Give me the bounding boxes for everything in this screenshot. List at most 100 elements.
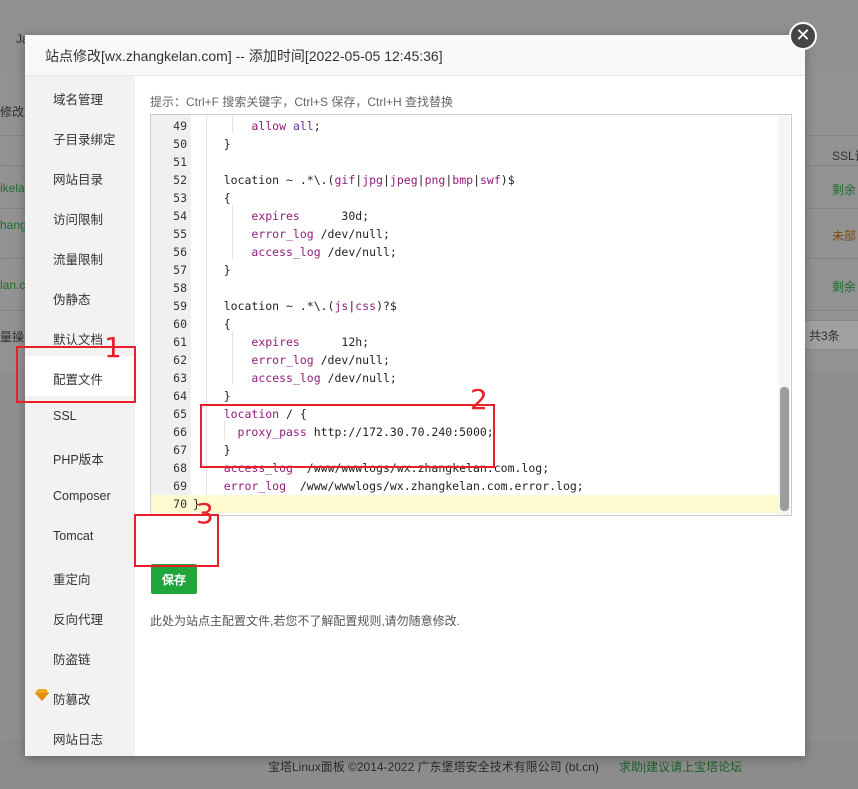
annotation-box-2 <box>200 404 495 468</box>
background-ssl-status: 未部 <box>832 229 857 243</box>
line-number: 66 <box>173 425 187 439</box>
sidebar-item-label: PHP版本 <box>53 453 104 467</box>
sidebar-item-label: 重定向 <box>53 573 91 587</box>
line-number: 53 <box>173 191 187 205</box>
sidebar-item-traffic-limit[interactable]: 流量限制 <box>25 236 135 276</box>
line-number: 70 <box>173 497 187 511</box>
line-number: 49 <box>173 119 187 133</box>
annotation-number-1: 1 <box>104 331 122 364</box>
sidebar-item-tamper-proof[interactable]: 防篡改 <box>25 676 135 716</box>
modal-sidebar: 域名管理 子目录绑定 网站目录 访问限制 流量限制 伪静态 默认文档 配置文件 … <box>25 76 135 756</box>
sidebar-item-label: 域名管理 <box>53 93 104 107</box>
footer-forum-link[interactable]: 求助|建议请上宝塔论坛 <box>619 758 742 775</box>
background-count-box: 共3条 <box>800 320 858 350</box>
line-code: allow all; <box>251 119 321 133</box>
sidebar-item-label: Tomcat <box>53 529 94 543</box>
line-code: error_log /dev/null; <box>251 227 390 241</box>
sidebar-item-label: 子目录绑定 <box>53 133 116 147</box>
line-code: expires 12h; <box>251 335 370 349</box>
line-code: } <box>196 389 231 403</box>
sidebar-item-label: 网站目录 <box>53 173 104 187</box>
code-line-current: 70} <box>151 495 779 513</box>
line-number: 65 <box>173 407 187 421</box>
background-fragment: hang <box>0 218 27 232</box>
annotation-number-3: 3 <box>196 497 214 530</box>
line-code: expires 30d; <box>251 209 370 223</box>
code-line: 60 { <box>151 315 779 333</box>
line-number: 58 <box>173 281 187 295</box>
sidebar-item-php-version[interactable]: PHP版本 <box>25 436 135 476</box>
background-ssl-status: 剩余 <box>832 280 857 294</box>
sidebar-item-site-log[interactable]: 网站日志 <box>25 716 135 756</box>
code-line: 63 access_log /dev/null; <box>151 369 779 387</box>
line-code: error_log /www/wwwlogs/wx.zhangkelan.com… <box>223 479 584 493</box>
sidebar-item-reverse-proxy[interactable]: 反向代理 <box>25 596 135 636</box>
line-number: 63 <box>173 371 187 385</box>
line-code: { <box>196 191 231 205</box>
line-number: 69 <box>173 479 187 493</box>
sidebar-item-rewrite[interactable]: 伪静态 <box>25 276 135 316</box>
sidebar-item-label: 防盗链 <box>53 653 91 667</box>
line-code: } <box>196 263 231 277</box>
sidebar-item-label: SSL <box>53 409 77 423</box>
sidebar-item-label: 流量限制 <box>53 253 104 267</box>
line-code: location ~ .*\.(js|css)?$ <box>196 299 397 313</box>
code-line: 59 location ~ .*\.(js|css)?$ <box>151 297 779 315</box>
code-line: 53 { <box>151 189 779 207</box>
code-line: 56 access_log /dev/null; <box>151 243 779 261</box>
line-number: 59 <box>173 299 187 313</box>
footer-copyright: 宝塔Linux面板 ©2014-2022 广东堡塔安全技术有限公司 (bt.cn… <box>268 760 599 774</box>
line-code: error_log /dev/null; <box>251 353 390 367</box>
background-ssl-header: SSL证 <box>832 149 858 163</box>
code-line: 58 <box>151 279 779 297</box>
line-code: location ~ .*\.(gif|jpg|jpeg|png|bmp|swf… <box>196 173 515 187</box>
sidebar-item-label: 伪静态 <box>53 293 91 307</box>
code-line: 51 <box>151 153 779 171</box>
line-number: 57 <box>173 263 187 277</box>
code-line: 61 expires 12h; <box>151 333 779 351</box>
code-line: 64 } <box>151 387 779 405</box>
config-warning-note: 此处为站点主配置文件,若您不了解配置规则,请勿随意修改. <box>150 614 461 628</box>
modal-title: 站点修改[wx.zhangkelan.com] -- 添加时间[2022-05-… <box>45 48 443 64</box>
line-number: 52 <box>173 173 187 187</box>
sidebar-item-access-limit[interactable]: 访问限制 <box>25 196 135 236</box>
background-ssl-status: 剩余 <box>832 183 857 197</box>
sidebar-item-label: 访问限制 <box>53 213 104 227</box>
line-number: 51 <box>173 155 187 169</box>
line-number: 61 <box>173 335 187 349</box>
sidebar-item-tomcat[interactable]: Tomcat <box>25 516 135 556</box>
line-number: 67 <box>173 443 187 457</box>
sidebar-item-domain[interactable]: 域名管理 <box>25 76 135 116</box>
line-code: access_log /dev/null; <box>251 245 397 259</box>
sidebar-item-redirect[interactable]: 重定向 <box>25 556 135 596</box>
line-number: 62 <box>173 353 187 367</box>
close-modal-button[interactable]: ✕ <box>789 22 817 50</box>
sidebar-item-label: Composer <box>53 489 111 503</box>
site-edit-modal: 站点修改[wx.zhangkelan.com] -- 添加时间[2022-05-… <box>25 35 805 756</box>
sidebar-item-composer[interactable]: Composer <box>25 476 135 516</box>
line-code: { <box>196 317 231 331</box>
line-number: 60 <box>173 317 187 331</box>
save-button[interactable]: 保存 <box>151 564 197 594</box>
code-line: 62 error_log /dev/null; <box>151 351 779 369</box>
diamond-icon <box>35 689 49 701</box>
sidebar-item-site-directory[interactable]: 网站目录 <box>25 156 135 196</box>
code-line: 54 expires 30d; <box>151 207 779 225</box>
line-code: access_log /dev/null; <box>251 371 397 385</box>
sidebar-item-label: 防篡改 <box>53 693 91 707</box>
line-number: 54 <box>173 209 187 223</box>
sidebar-item-subdirectory[interactable]: 子目录绑定 <box>25 116 135 156</box>
annotation-number-2: 2 <box>470 383 488 416</box>
line-number: 68 <box>173 461 187 475</box>
line-number: 64 <box>173 389 187 403</box>
modal-header: 站点修改[wx.zhangkelan.com] -- 添加时间[2022-05-… <box>25 35 805 76</box>
sidebar-item-label: 网站日志 <box>53 733 104 747</box>
line-number: 56 <box>173 245 187 259</box>
line-number: 50 <box>173 137 187 151</box>
code-line: 52 location ~ .*\.(gif|jpg|jpeg|png|bmp|… <box>151 171 779 189</box>
sidebar-item-hotlink[interactable]: 防盗链 <box>25 636 135 676</box>
editor-hint: 提示：Ctrl+F 搜索关键字，Ctrl+S 保存，Ctrl+H 查找替换 <box>150 95 454 109</box>
sidebar-item-label: 反向代理 <box>53 613 104 627</box>
editor-scrollbar-thumb[interactable] <box>780 387 789 511</box>
line-code: } <box>196 137 231 151</box>
